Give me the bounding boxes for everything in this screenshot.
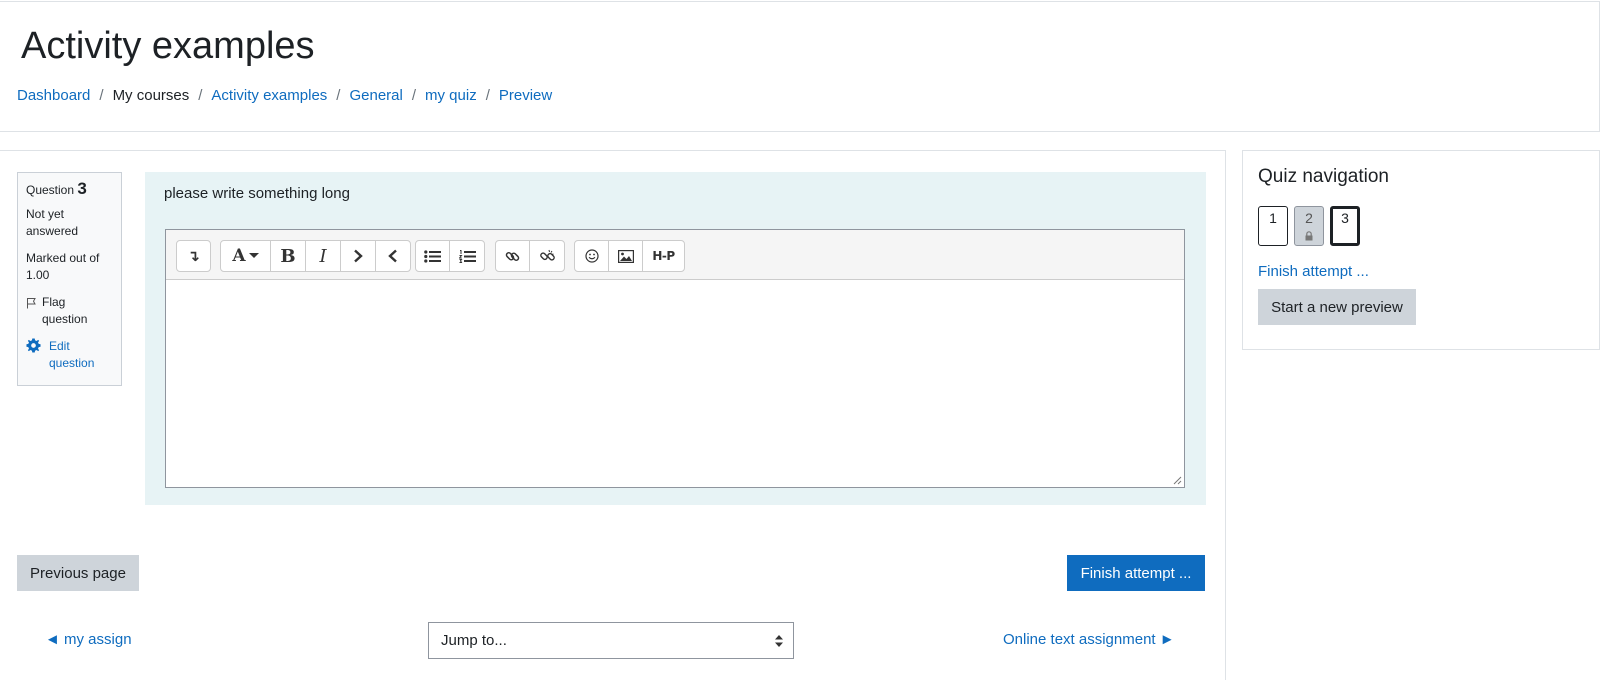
breadcrumb-dashboard[interactable]: Dashboard [17,87,90,104]
question-number: Question 3 [26,180,113,200]
h5p-icon[interactable]: H-P [643,241,684,271]
page-title: Activity examples [21,25,315,67]
breadcrumb-preview[interactable]: Preview [499,87,552,104]
font-style-glyph: A [232,246,246,266]
unlink-icon[interactable] [530,241,564,271]
question-info-box: Question 3 Not yet answered Marked out o… [17,172,122,386]
question-label: Question [26,183,75,197]
answer-editor: ↴ A B I H-P [165,229,1185,488]
unordered-list-icon[interactable] [416,241,450,271]
breadcrumb-separator: / [336,87,341,104]
finish-attempt-button[interactable]: Finish attempt ... [1067,555,1205,591]
toolbar-group-media: H-P [574,240,685,272]
font-style-icon[interactable]: A [221,241,271,271]
breadcrumb-my-courses: My courses [112,87,190,104]
breadcrumb-separator: / [99,87,104,104]
breadcrumb-general[interactable]: General [349,87,402,104]
answer-text-area[interactable] [166,280,1184,487]
question-state: Not yet answered [26,206,79,239]
indent-icon[interactable] [341,241,376,271]
question-number-value: 3 [77,179,87,198]
gear-icon [26,337,41,353]
toolbar-group-style: A B I [220,240,411,272]
edit-question-link[interactable]: Edit question [26,337,113,373]
quiz-navigation-title: Quiz navigation [1258,166,1389,187]
quiz-nav-question-2-label: 2 [1305,210,1313,226]
ordered-list-icon[interactable] [450,241,484,271]
outdent-icon[interactable] [376,241,410,271]
flag-question-label: Flag question [42,294,88,327]
question-formulation: please write something long ↴ A B I H-P [145,172,1206,505]
lock-icon [1305,231,1313,241]
editor-toolbar: ↴ A B I H-P [166,230,1184,280]
link-icon[interactable] [496,241,530,271]
select-arrows-icon [775,635,783,647]
resize-handle-icon[interactable] [1173,476,1182,485]
previous-activity-link[interactable]: ◄ my assign [45,631,132,648]
quiz-nav-question-3[interactable]: 3 [1330,206,1360,246]
breadcrumb: Dashboard / My courses / Activity exampl… [17,87,552,104]
next-activity-link[interactable]: Online text assignment ► [1003,631,1175,648]
edit-question-label: Edit question [49,338,95,371]
quiz-nav-question-2[interactable]: 2 [1294,206,1324,246]
jump-to-select[interactable]: Jump to... [428,622,794,659]
bold-icon[interactable]: B [271,241,306,271]
quiz-nav-finish-attempt-link[interactable]: Finish attempt ... [1258,263,1369,280]
breadcrumb-my-quiz[interactable]: my quiz [425,87,477,104]
toolbar-group-collapse: ↴ [176,240,211,272]
question-grade: Marked out of 1.00 [26,250,100,283]
collapse-icon[interactable]: ↴ [177,241,210,271]
flag-question-toggle[interactable]: Flag question [26,294,113,329]
breadcrumb-separator: / [411,87,417,104]
quiz-nav-question-1[interactable]: 1 [1258,206,1288,246]
emoji-icon[interactable] [575,241,609,271]
question-text: please write something long [164,185,350,202]
previous-page-button[interactable]: Previous page [17,555,139,591]
breadcrumb-separator: / [198,87,203,104]
flag-icon [26,297,38,309]
jump-to-value: Jump to... [441,632,507,649]
toolbar-group-links [495,240,565,272]
start-new-preview-button[interactable]: Start a new preview [1258,289,1416,325]
image-icon[interactable] [609,241,643,271]
breadcrumb-separator: / [485,87,490,104]
italic-icon[interactable]: I [306,241,341,271]
toolbar-group-lists [415,240,485,272]
breadcrumb-activity-examples[interactable]: Activity examples [211,87,327,104]
